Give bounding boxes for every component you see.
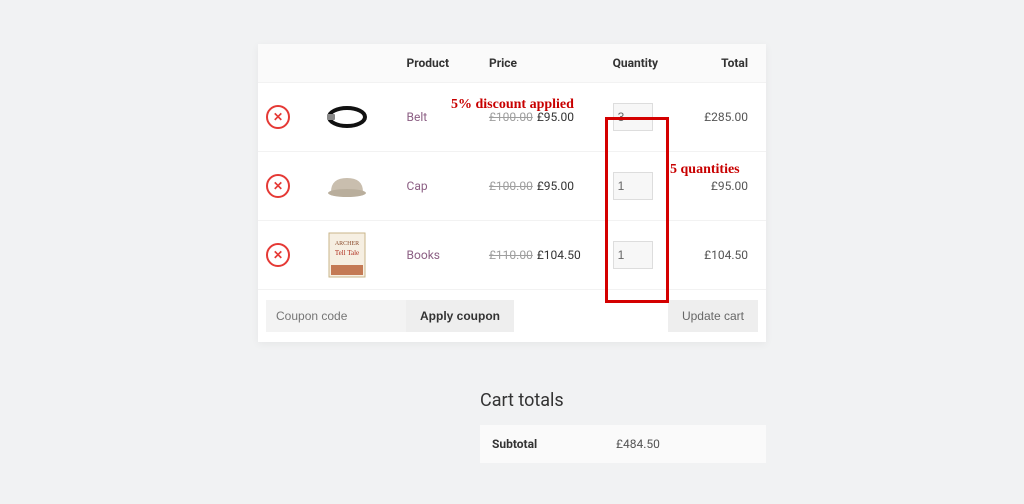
apply-coupon-button[interactable]: Apply coupon [406, 300, 514, 332]
cart-totals: Cart totals Subtotal £484.50 [480, 390, 766, 463]
product-thumbnail[interactable] [323, 93, 371, 141]
cart-row: ✕ ARCHER Tell Tale Books £110.00£104.50 … [258, 221, 766, 290]
quantity-input[interactable] [613, 103, 653, 131]
price-new: £95.00 [537, 179, 574, 193]
update-cart-button[interactable]: Update cart [668, 300, 758, 332]
col-remove [258, 44, 315, 83]
price-new: £95.00 [537, 110, 574, 124]
subtotal-label: Subtotal [480, 425, 604, 463]
price-old: £110.00 [489, 248, 533, 262]
row-total: £104.50 [696, 221, 766, 290]
price-new: £104.50 [537, 248, 581, 262]
product-link[interactable]: Cap [407, 179, 428, 193]
price-old: £100.00 [489, 179, 533, 193]
product-thumbnail[interactable]: ARCHER Tell Tale [323, 231, 371, 279]
cart-table: Product Price Quantity Total ✕ Belt £100… [258, 44, 766, 342]
remove-item-button[interactable]: ✕ [266, 105, 290, 129]
product-thumbnail[interactable] [323, 162, 371, 210]
price-old: £100.00 [489, 110, 533, 124]
cart-row: ✕ Belt £100.00 £95.00 £285.00 [258, 83, 766, 152]
col-total: Total [696, 44, 766, 83]
col-thumbnail [315, 44, 398, 83]
price-cell: £100.00 £95.00 [481, 83, 605, 152]
remove-item-button[interactable]: ✕ [266, 243, 290, 267]
price-cell: £100.00 £95.00 [481, 152, 605, 221]
coupon-code-input[interactable] [266, 300, 406, 332]
price-cell: £110.00 £104.50 [481, 221, 605, 290]
subtotal-value: £484.50 [604, 425, 766, 463]
quantity-input[interactable] [613, 241, 653, 269]
quantity-input[interactable] [613, 172, 653, 200]
cart-actions-row: Apply coupon Update cart [258, 290, 766, 343]
product-link[interactable]: Belt [407, 110, 428, 124]
cart-row: ✕ Cap £100.00 £95.00 £95.00 [258, 152, 766, 221]
col-product: Product [399, 44, 481, 83]
cart-panel: Product Price Quantity Total ✕ Belt £100… [258, 44, 766, 342]
row-total: £95.00 [696, 152, 766, 221]
svg-text:Tell Tale: Tell Tale [335, 249, 359, 257]
cart-totals-table: Subtotal £484.50 [480, 425, 766, 463]
svg-text:ARCHER: ARCHER [335, 241, 359, 247]
cart-totals-title: Cart totals [480, 390, 766, 411]
row-total: £285.00 [696, 83, 766, 152]
remove-item-button[interactable]: ✕ [266, 174, 290, 198]
col-quantity: Quantity [605, 44, 697, 83]
col-price: Price [481, 44, 605, 83]
product-link[interactable]: Books [407, 248, 440, 262]
